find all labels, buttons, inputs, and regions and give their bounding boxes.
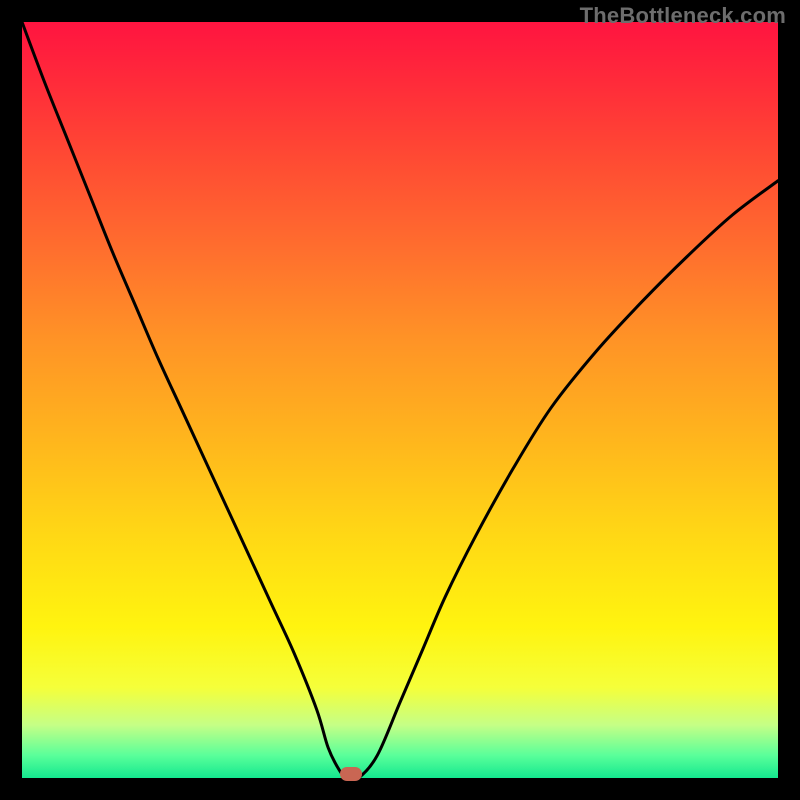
bottleneck-curve (22, 22, 778, 778)
chart-frame: TheBottleneck.com (0, 0, 800, 800)
minimum-marker (340, 767, 362, 781)
